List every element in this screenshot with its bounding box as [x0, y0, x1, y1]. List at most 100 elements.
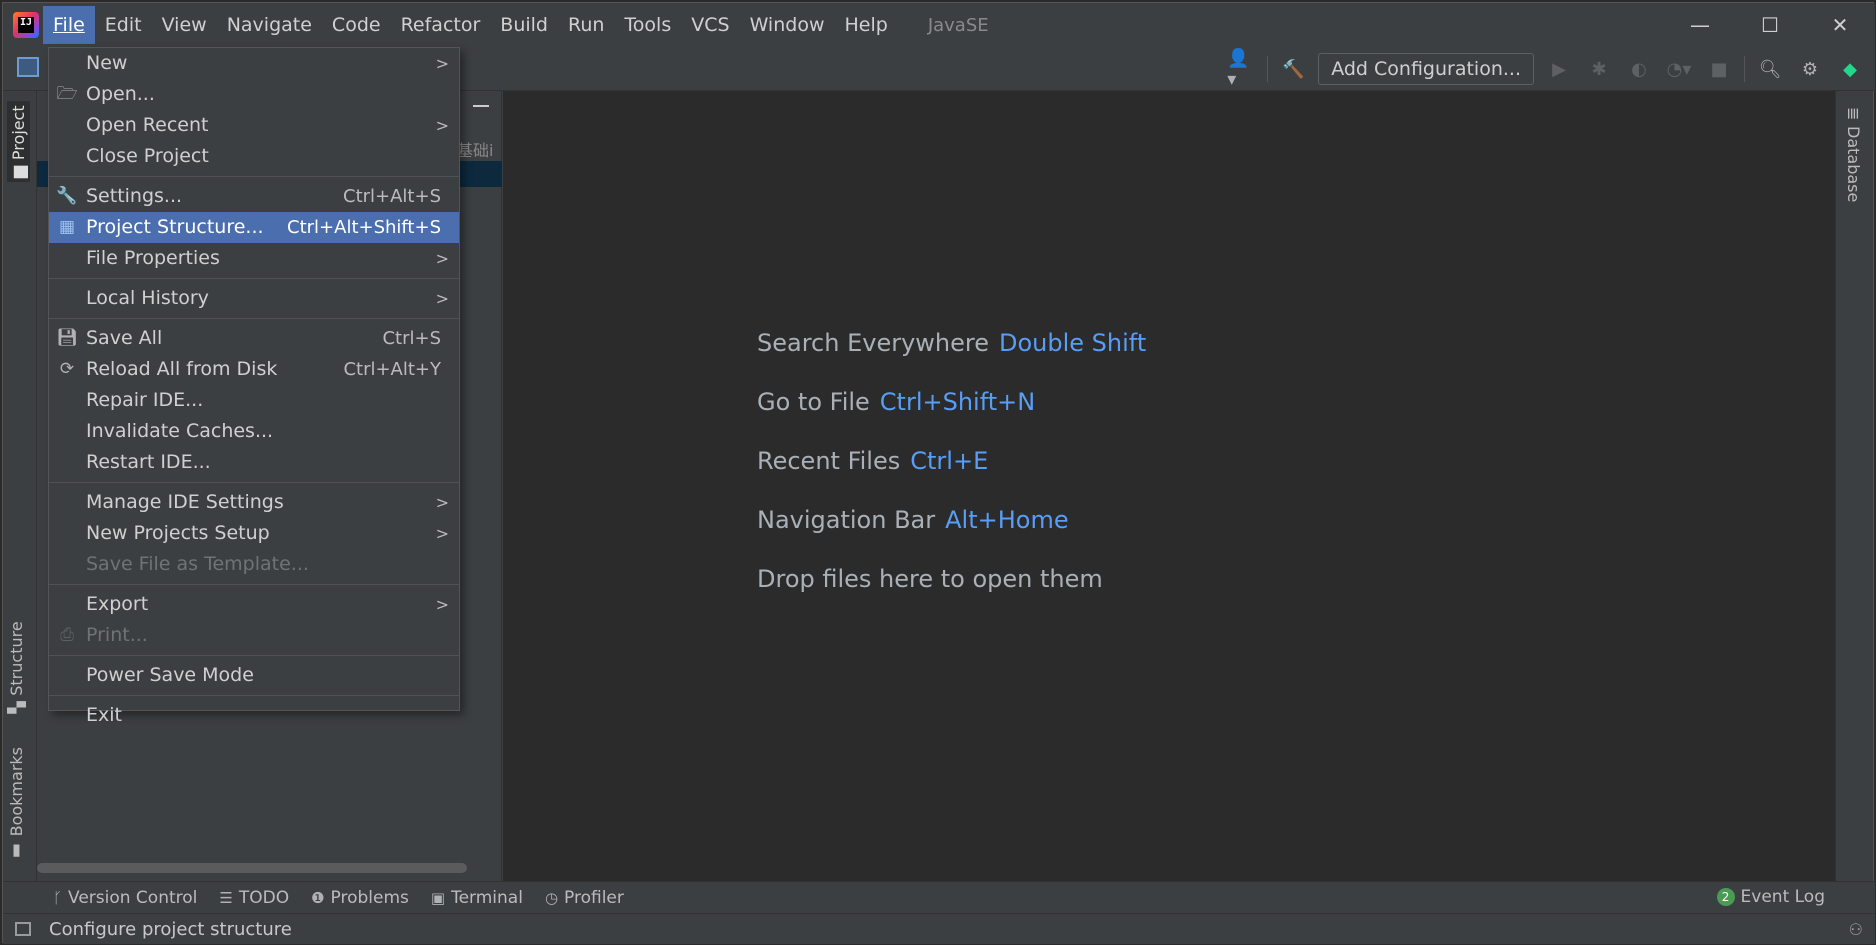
- run-icon[interactable]: ▶: [1544, 54, 1574, 84]
- menu-code[interactable]: Code: [322, 6, 391, 44]
- structure-tool-tab[interactable]: ▚ Structure: [7, 621, 26, 714]
- shortcut: Ctrl+Alt+S: [343, 186, 441, 207]
- hide-panel-icon[interactable]: [473, 105, 489, 107]
- bookmarks-tab-label: Bookmarks: [7, 747, 26, 837]
- menu-build[interactable]: Build: [490, 6, 558, 44]
- project-tool-tab[interactable]: ▆ Project: [7, 101, 30, 183]
- hint-search-everywhere: Search Everywhere Double Shift: [757, 329, 1146, 388]
- menu-item-local-history[interactable]: Local History >: [49, 283, 459, 314]
- shortcut: Ctrl+Alt+Y: [343, 359, 441, 380]
- menu-refactor[interactable]: Refactor: [391, 6, 491, 44]
- profiler-tab[interactable]: ◷ Profiler: [545, 888, 624, 908]
- right-tool-strip: ≣ Database: [1835, 91, 1873, 881]
- close-button[interactable]: ✕: [1805, 3, 1875, 47]
- project-view-icon[interactable]: [17, 57, 39, 77]
- menu-item-project-structure[interactable]: ▦ Project Structure... Ctrl+Alt+Shift+S: [49, 212, 459, 243]
- menu-item-exit[interactable]: Exit: [49, 700, 459, 731]
- menu-navigate[interactable]: Navigate: [217, 6, 322, 44]
- problems-label: Problems: [330, 887, 409, 908]
- menu-item-print[interactable]: ⎙ Print...: [49, 620, 459, 651]
- user-dropdown-icon[interactable]: 👤▾: [1227, 48, 1257, 90]
- menu-separator: [49, 691, 459, 696]
- toolbar-separator: [1267, 56, 1269, 82]
- database-tool-tab[interactable]: ≣ Database: [1844, 107, 1863, 203]
- menu-tools[interactable]: Tools: [614, 6, 681, 44]
- menu-item-close-project[interactable]: Close Project: [49, 141, 459, 172]
- menu-item-restart-ide[interactable]: Restart IDE...: [49, 447, 459, 478]
- menu-separator: [49, 651, 459, 656]
- toggle-tool-windows-icon[interactable]: [15, 922, 31, 936]
- chevron-right-icon: >: [435, 524, 449, 543]
- code-with-me-icon[interactable]: ◆: [1835, 54, 1865, 84]
- menu-file[interactable]: File: [43, 6, 95, 44]
- project-tab-label: Project: [9, 105, 28, 160]
- chevron-right-icon: >: [435, 493, 449, 512]
- terminal-tab[interactable]: ▣ Terminal: [431, 888, 523, 908]
- coverage-icon[interactable]: ◐: [1624, 54, 1654, 84]
- search-icon[interactable]: 🔍︎: [1755, 54, 1785, 84]
- menu-run[interactable]: Run: [558, 6, 614, 44]
- menu-item-settings[interactable]: 🔧 Settings... Ctrl+Alt+S: [49, 181, 459, 212]
- menu-item-open[interactable]: 🗁 Open...: [49, 79, 459, 110]
- version-control-label: Version Control: [68, 887, 198, 908]
- chevron-right-icon: >: [435, 116, 449, 135]
- menu-item-open-recent[interactable]: Open Recent >: [49, 110, 459, 141]
- wrench-icon: 🔧: [56, 186, 78, 206]
- hint-shortcut: Ctrl+E: [910, 447, 989, 475]
- menu-item-reload[interactable]: ⟳ Reload All from Disk Ctrl+Alt+Y: [49, 354, 459, 385]
- hint-label: Recent Files: [757, 447, 901, 475]
- menu-item-power-save-mode[interactable]: Power Save Mode: [49, 660, 459, 691]
- version-control-tab[interactable]: ᚴ Version Control: [53, 888, 197, 908]
- menu-item-repair-ide[interactable]: Repair IDE...: [49, 385, 459, 416]
- database-icon: ≣: [1844, 107, 1863, 121]
- window-controls: — ☐ ✕: [1665, 3, 1875, 47]
- save-icon: 💾︎: [56, 328, 78, 348]
- menu-bar: File Edit View Navigate Code Refactor Bu…: [43, 3, 898, 47]
- hint-recent-files: Recent Files Ctrl+E: [757, 447, 1146, 506]
- problems-tab[interactable]: ❶ Problems: [311, 888, 409, 908]
- build-hammer-icon[interactable]: 🔨: [1278, 54, 1308, 84]
- menu-item-save-all[interactable]: 💾︎ Save All Ctrl+S: [49, 323, 459, 354]
- menu-view[interactable]: View: [152, 6, 217, 44]
- database-tab-label: Database: [1844, 126, 1863, 203]
- menu-separator: [49, 580, 459, 585]
- menu-item-invalidate-caches[interactable]: Invalidate Caches...: [49, 416, 459, 447]
- menu-item-file-properties[interactable]: File Properties >: [49, 243, 459, 274]
- hint-go-to-file: Go to File Ctrl+Shift+N: [757, 388, 1146, 447]
- project-tree-partial-text: 基础i: [457, 141, 494, 160]
- toolbar-actions: 👤▾ 🔨 Add Configuration... ▶ ✱ ◐ ◔▾ ■ 🔍︎ …: [1227, 48, 1865, 90]
- add-configuration-button[interactable]: Add Configuration...: [1318, 53, 1534, 85]
- profile-icon[interactable]: ◔▾: [1664, 54, 1694, 84]
- window-title: JavaSE: [927, 14, 989, 36]
- ide-window: IJ File Edit View Navigate Code Refactor…: [2, 2, 1875, 944]
- todo-tab[interactable]: ☰ TODO: [219, 888, 289, 908]
- project-structure-icon: ▦: [58, 217, 76, 237]
- menu-vcs[interactable]: VCS: [681, 6, 739, 44]
- chevron-right-icon: >: [435, 249, 449, 268]
- editor-empty-area[interactable]: Search Everywhere Double Shift Go to File…: [503, 91, 1839, 881]
- minimize-button[interactable]: —: [1665, 3, 1735, 47]
- bookmarks-tool-tab[interactable]: ▮ Bookmarks: [7, 747, 26, 861]
- menu-item-save-file-as-template[interactable]: Save File as Template...: [49, 549, 459, 580]
- debug-icon[interactable]: ✱: [1584, 54, 1614, 84]
- menu-edit[interactable]: Edit: [95, 6, 152, 44]
- stop-icon[interactable]: ■: [1704, 54, 1734, 84]
- menu-help[interactable]: Help: [834, 6, 897, 44]
- horizontal-scrollbar[interactable]: [37, 863, 467, 873]
- shortcut: Ctrl+S: [382, 328, 441, 349]
- menu-item-new-projects-setup[interactable]: New Projects Setup >: [49, 518, 459, 549]
- toolbar-separator: [1744, 56, 1745, 82]
- profiler-label: Profiler: [564, 887, 624, 908]
- event-log-tab[interactable]: 2 Event Log: [1716, 887, 1825, 907]
- menu-item-new[interactable]: New >: [49, 48, 459, 79]
- maximize-button[interactable]: ☐: [1735, 3, 1805, 47]
- hint-drop-files: Drop files here to open them: [757, 565, 1146, 624]
- menu-item-export[interactable]: Export >: [49, 589, 459, 620]
- menu-item-manage-ide-settings[interactable]: Manage IDE Settings >: [49, 487, 459, 518]
- menu-window[interactable]: Window: [740, 6, 835, 44]
- printer-icon: ⎙: [60, 625, 74, 645]
- shortcut: Ctrl+Alt+Shift+S: [287, 217, 441, 238]
- gear-icon[interactable]: ⚙: [1795, 54, 1825, 84]
- terminal-icon: ▣: [430, 888, 446, 907]
- memory-indicator-icon[interactable]: ⚇: [1849, 920, 1863, 939]
